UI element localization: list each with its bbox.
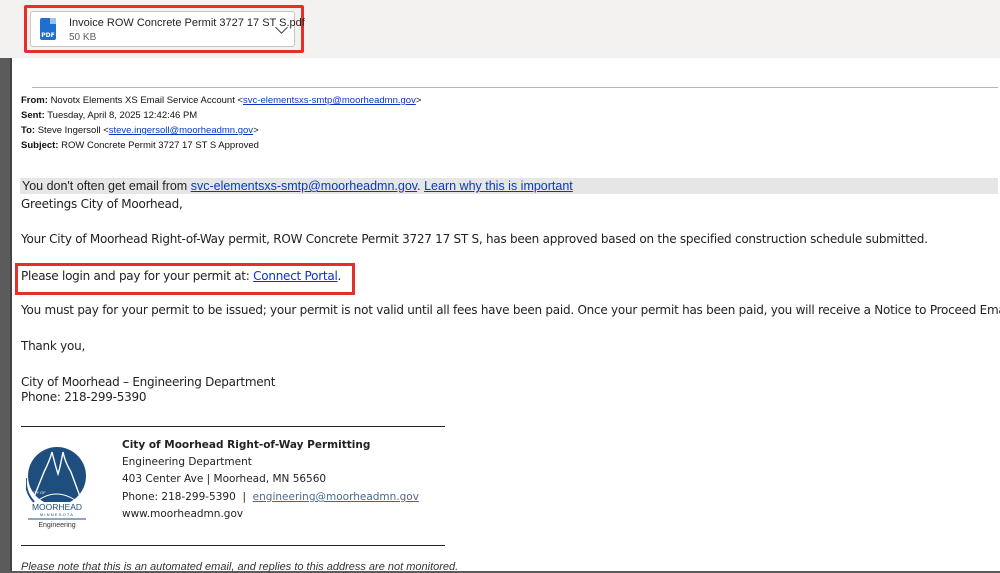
attachment-bar: PDF Invoice ROW Concrete Permit 3727 17 … [0, 0, 1000, 58]
signature-bottom-rule [21, 545, 445, 546]
login-suffix: . [337, 269, 342, 283]
signature-phone: Phone: 218-299-5390 | [122, 491, 253, 503]
header-from: From: Novotx Elements XS Email Service A… [21, 95, 421, 106]
moorhead-logo-graphic: CITY OF MOORHEAD MINNESOTA Engineering [24, 447, 87, 529]
logo-state: MINNESOTA [40, 512, 74, 517]
greeting: Greetings City of Moorhead, [21, 197, 183, 211]
notice-prefix: You don't often get email from [22, 179, 191, 193]
header-to: To: Steve Ingersoll <steve.ingersoll@moo… [21, 125, 259, 136]
signature-email-link[interactable]: engineering@moorheadmn.gov [253, 491, 419, 503]
signature-title: City of Moorhead Right-of-Way Permitting [122, 439, 371, 451]
signature-website: www.moorheadmn.gov [122, 508, 244, 520]
header-subject: Subject: ROW Concrete Permit 3727 17 ST … [21, 140, 259, 151]
department-line: City of Moorhead – Engineering Departmen… [21, 375, 276, 389]
attachment-file-name[interactable]: Invoice ROW Concrete Permit 3727 17 ST S… [69, 17, 305, 29]
from-name: Novotx Elements XS Email Service Account… [50, 95, 244, 106]
to-label: To: [21, 125, 36, 136]
connect-portal-link[interactable]: Connect Portal [253, 269, 338, 283]
from-label: From: [21, 95, 48, 106]
logo-city-of: CITY OF [30, 490, 46, 495]
email-body: From: Novotx Elements XS Email Service A… [10, 58, 1000, 573]
signature-dept: Engineering Department [122, 456, 252, 468]
signature-top-rule [21, 426, 445, 427]
attachment-card[interactable]: PDF Invoice ROW Concrete Permit 3727 17 … [30, 11, 305, 47]
left-border [10, 58, 12, 571]
login-prefix: Please login and pay for your permit at: [21, 269, 254, 283]
approval-paragraph: Your City of Moorhead Right-of-Way permi… [21, 232, 928, 246]
subject-value: ROW Concrete Permit 3727 17 ST S Approve… [61, 140, 259, 151]
moorhead-logo: CITY OF MOORHEAD MINNESOTA Engineering [24, 430, 88, 530]
logo-moorhead: MOORHEAD [32, 502, 82, 512]
payment-paragraph: You must pay for your permit to be issue… [21, 303, 1000, 317]
from-email-link[interactable]: svc-elementsxs-smtp@moorheadmn.gov [243, 95, 416, 106]
header-sent: Sent: Tuesday, April 8, 2025 12:42:46 PM [21, 110, 197, 121]
to-email-link[interactable]: steve.ingersoll@moorheadmn.gov [109, 125, 253, 136]
to-close: > [253, 125, 259, 136]
to-name: Steve Ingersoll < [37, 125, 109, 136]
logo-engineering: Engineering [38, 522, 75, 529]
learn-why-link[interactable]: Learn why this is important [424, 179, 573, 193]
attachment-file-size: 50 KB [69, 32, 97, 43]
pdf-file-icon: PDF [40, 18, 56, 40]
phone-line: Phone: 218-299-5390 [21, 390, 147, 404]
signature-address: 403 Center Ave | Moorhead, MN 56560 [122, 473, 327, 485]
signature-phone-line: Phone: 218-299-5390 | engineering@moorhe… [122, 491, 419, 503]
sent-label: Sent: [21, 110, 45, 121]
sent-value: Tuesday, April 8, 2025 12:42:46 PM [47, 110, 198, 121]
subject-label: Subject: [21, 140, 59, 151]
automated-email-note: Please note that this is an automated em… [21, 561, 459, 573]
notice-email-link[interactable]: svc-elementsxs-smtp@moorheadmn.gov [191, 179, 417, 193]
from-close: > [415, 95, 422, 106]
thanks-line: Thank you, [21, 339, 86, 353]
login-paragraph: Please login and pay for your permit at:… [21, 269, 341, 283]
pdf-icon-label: PDF [41, 32, 55, 39]
header-divider [32, 87, 998, 88]
external-sender-text: You don't often get email from svc-eleme… [22, 179, 573, 193]
